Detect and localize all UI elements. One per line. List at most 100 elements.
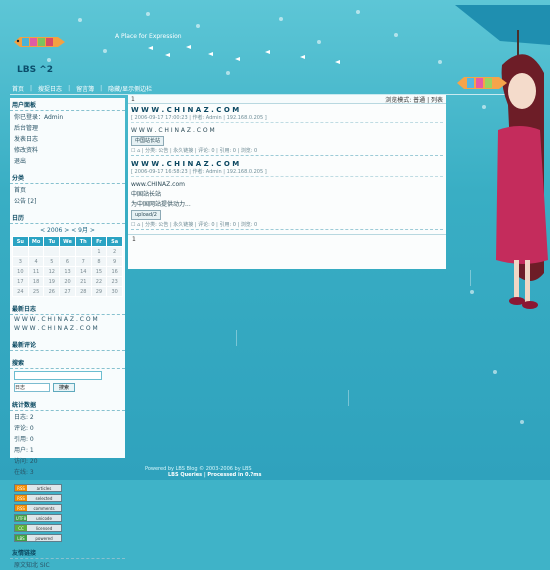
category-title: 分类 [10,171,125,184]
image-placeholder[interactable]: 中国站长站 [131,136,165,146]
nav-guestbook[interactable]: 留言簿 [76,84,94,93]
print-icon[interactable]: ⌂ [137,148,140,154]
calendar-day: 15 [90,266,108,277]
calendar-day: 3 [12,256,29,267]
nav-separator: | [68,84,71,92]
entry-line: W W W . C H I N A Z . C O M [131,127,215,134]
print-icon[interactable]: ⌂ [137,222,140,228]
calendar-day: 27 [59,286,76,297]
calendar-panel: 日历 < 2006 > < 9月 > Su Mo Tu We Th Fr Sa … [10,211,125,297]
view-mode[interactable]: 浏览模式: 普通 | 列表 [385,95,443,104]
entry-meta: [ 2006-09-17 17:00:23 | 作者: Admin | 192.… [131,114,443,123]
sidebar-link-profile[interactable]: 修改资料 [10,144,125,155]
badge-comments[interactable]: RSS comments [14,504,62,512]
calendar-day [59,246,76,257]
calendar-day: 30 [106,286,123,297]
entry-body: W W W . C H I N A Z . C O M 中国站长站 [131,126,443,146]
entry-footer-text: | 分类: 公告 | 永久链接 | 评论: 0 | 引用: 0 | 浏览: 0 [141,148,258,154]
search-controls: 日志 搜索 [10,382,125,393]
calendar-day: 18 [27,276,45,287]
search-type-select[interactable]: 日志 [14,383,50,392]
badge-label: powered [27,535,61,541]
latest-comments-title: 最新评论 [10,338,125,351]
calendar-header: < 2006 > < 9月 > [10,224,125,235]
badge-prefix: UTF8 [15,515,27,521]
search-panel: 搜索 日志 搜索 [10,356,125,393]
badge-licensed[interactable]: CC licensed [14,524,62,532]
calendar-day: 21 [74,276,92,287]
calendar-day: 8 [90,256,108,267]
page-number-bottom[interactable]: 1 [132,236,136,243]
links-title: 友情链接 [10,546,125,559]
small-fish-icons [148,45,340,64]
calendar-day: 5 [43,256,61,267]
nav-separator: | [100,84,103,92]
latest-entry-link[interactable]: W W W . C H I N A Z . C O M [10,315,125,324]
comment-icon[interactable]: ☐ [131,222,135,228]
comment-icon[interactable]: ☐ [131,148,135,154]
main-toolbar: 1 浏览模式: 普通 | 列表 [128,95,446,104]
latest-entry-link[interactable]: W W W . C H I N A Z . C O M [10,324,125,333]
calendar-day: 13 [59,266,76,277]
login-status: 你已登录：Admin [14,114,64,121]
nav-search-log[interactable]: 搜捉日志 [38,84,62,93]
stat-users: 用户: 1 [14,447,34,454]
latest-entries-panel: 最新日志 W W W . C H I N A Z . C O M W W W .… [10,302,125,333]
category-announcement[interactable]: 公告 [2] [10,195,125,206]
friend-link[interactable]: 原文知北 SIC [10,559,125,570]
weekday-mo: Mo [27,236,45,247]
calendar-day: 24 [12,286,29,297]
fish-icon [14,37,65,47]
page-number[interactable]: 1 [131,96,135,103]
nav-home[interactable]: 首页 [12,84,24,93]
stat-trackbacks: 引用: 0 [14,436,34,443]
weekday-sa: Sa [106,236,123,247]
entry-footer-text: | 分类: 公告 | 永久链接 | 评论: 0 | 引用: 0 | 浏览: 0 [141,222,258,228]
image-placeholder[interactable]: upload/2 [131,210,161,220]
category-home[interactable]: 首页 [10,184,125,195]
site-logo[interactable]: LBS ^2 [17,65,53,75]
search-button[interactable]: 搜索 [53,383,76,392]
main-content: 1 浏览模式: 普通 | 列表 W W W . C H I N A Z . C … [128,95,446,269]
calendar-day: 10 [12,266,29,277]
rain-line [348,390,349,406]
calendar-day: 22 [90,276,108,287]
calendar-year[interactable]: < 2006 > [40,227,69,234]
badge-label: comments [27,505,61,511]
badge-unicode[interactable]: UTF8 unicode [14,514,62,522]
category-panel: 分类 首页 公告 [2] [10,171,125,206]
top-navigation: 首页 | 搜捉日志 | 留言簿 | 隐藏/显示侧边栏 [12,82,152,94]
sidebar-link-post[interactable]: 发表日志 [10,133,125,144]
calendar-title: 日历 [10,211,125,224]
badge-articles[interactable]: RSS articles [14,484,62,492]
badge-prefix: RSS [15,495,27,501]
calendar-day: 12 [43,266,61,277]
weekday-tu: Tu [43,236,61,247]
calendar-day: 28 [74,286,92,297]
calendar-day: 9 [106,256,123,267]
badge-powered[interactable]: LBS powered [14,534,62,542]
calendar-day: 7 [74,256,92,267]
blog-entry: W W W . C H I N A Z . C O M [ 2006-09-17… [131,106,443,156]
calendar-day [27,246,45,257]
user-panel-title: 用户面板 [10,98,125,111]
nav-toggle-sidebar[interactable]: 隐藏/显示侧边栏 [108,84,152,93]
badges: RSS articles RSS selected RSS comments UTF8… [10,482,125,546]
badge-selected[interactable]: RSS selected [14,494,62,502]
stat-comments: 评论: 0 [14,425,34,432]
calendar-day: 19 [43,276,61,287]
sidebar-link-logout[interactable]: 退出 [10,155,125,166]
entry-title[interactable]: W W W . C H I N A Z . C O M [131,106,443,114]
search-input[interactable] [14,371,102,380]
calendar-month[interactable]: < 9月 > [71,227,95,234]
stats-panel: 统计数据 日志: 2 评论: 0 引用: 0 用户: 1 访问: 20 在线: … [10,398,125,477]
badge-label: articles [27,485,61,491]
calendar-day: 4 [27,256,45,267]
entry-title[interactable]: W W W . C H I N A Z . C O M [131,160,443,168]
girl-umbrella-illustration [455,5,550,309]
sidebar-link-admin[interactable]: 后台管理 [10,122,125,133]
latest-entries-title: 最新日志 [10,302,125,315]
calendar-day [12,246,29,257]
calendar-day: 26 [43,286,61,297]
badge-prefix: LBS [15,535,27,541]
